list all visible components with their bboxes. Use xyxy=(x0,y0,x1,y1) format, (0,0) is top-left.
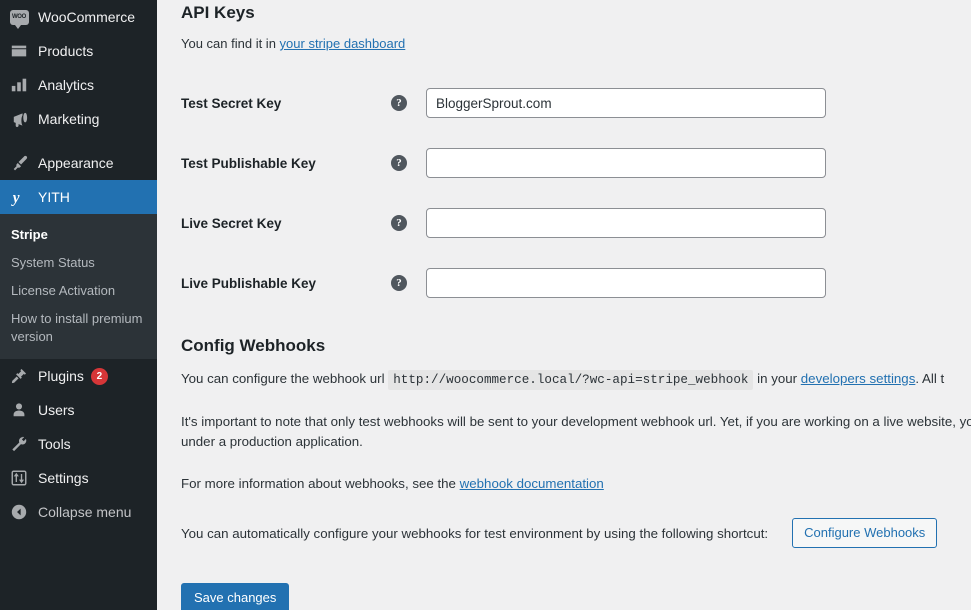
field-row-live-secret-key: Live Secret Key ? xyxy=(181,193,971,253)
woocommerce-icon: WOO xyxy=(9,7,29,29)
live-secret-key-input[interactable] xyxy=(426,208,826,238)
sidebar-item-label: Appearance xyxy=(38,155,114,171)
marketing-megaphone-icon xyxy=(9,109,29,129)
sidebar-item-label: Products xyxy=(38,43,94,59)
sidebar-item-label: Marketing xyxy=(38,111,100,127)
help-icon[interactable]: ? xyxy=(391,155,407,171)
sidebar-item-label: Users xyxy=(38,402,75,418)
sidebar-item-label: YITH xyxy=(38,189,70,205)
admin-sidebar: WOO WooCommerce Products Analytics Marke… xyxy=(0,0,157,610)
sidebar-item-plugins[interactable]: Plugins 2 xyxy=(0,359,157,393)
settings-main-content: API Keys You can find it in your stripe … xyxy=(157,0,971,610)
webhook-documentation-link[interactable]: webhook documentation xyxy=(460,476,604,491)
users-person-icon xyxy=(9,400,29,420)
sidebar-item-woocommerce[interactable]: WOO WooCommerce xyxy=(0,0,157,34)
stripe-dashboard-link[interactable]: your stripe dashboard xyxy=(280,36,406,51)
field-label-live-secret-key: Live Secret Key xyxy=(181,215,282,231)
sidebar-item-label: Plugins xyxy=(38,368,84,384)
webhook-para-middle: in your xyxy=(757,371,798,386)
yith-submenu: Stripe System Status License Activation … xyxy=(0,214,157,359)
webhook-para-before: You can configure the webhook url xyxy=(181,371,385,386)
sidebar-item-label: Analytics xyxy=(38,77,95,93)
sidebar-item-products[interactable]: Products xyxy=(0,34,157,68)
submenu-item-license-activation[interactable]: License Activation xyxy=(0,277,157,305)
sidebar-item-yith[interactable]: y YITH xyxy=(0,180,157,214)
sidebar-item-marketing[interactable]: Marketing xyxy=(0,102,157,136)
test-secret-key-input[interactable] xyxy=(426,88,826,118)
sidebar-item-users[interactable]: Users xyxy=(0,393,157,427)
help-icon[interactable]: ? xyxy=(391,215,407,231)
field-label-live-publishable-key: Live Publishable Key xyxy=(181,275,317,291)
sidebar-item-label: Tools xyxy=(38,436,71,452)
field-row-live-publishable-key: Live Publishable Key ? xyxy=(181,253,971,313)
submenu-item-how-to-install[interactable]: How to install premium version xyxy=(0,305,157,351)
sidebar-item-collapse-menu[interactable]: Collapse menu xyxy=(0,495,157,529)
test-publishable-key-input[interactable] xyxy=(426,148,826,178)
field-label-test-secret-key: Test Secret Key xyxy=(181,95,282,111)
sidebar-item-label: Settings xyxy=(38,470,89,486)
products-box-icon xyxy=(9,41,29,61)
api-keys-subtitle: You can find it in your stripe dashboard xyxy=(181,36,971,51)
help-icon[interactable]: ? xyxy=(391,275,407,291)
sidebar-item-appearance[interactable]: Appearance xyxy=(0,146,157,180)
settings-sliders-icon xyxy=(9,468,29,488)
field-row-test-secret-key: Test Secret Key ? xyxy=(181,73,971,133)
configure-webhooks-row: You can automatically configure your web… xyxy=(181,518,971,548)
field-label-test-publishable-key: Test Publishable Key xyxy=(181,155,316,171)
config-webhooks-section: Config Webhooks You can configure the we… xyxy=(181,335,971,610)
shortcut-description: You can automatically configure your web… xyxy=(181,525,769,541)
webhook-docs-paragraph: For more information about webhooks, see… xyxy=(181,474,971,494)
appearance-brush-icon xyxy=(9,153,29,173)
submenu-item-system-status[interactable]: System Status xyxy=(0,249,157,277)
wordpress-admin-screen: WOO WooCommerce Products Analytics Marke… xyxy=(0,0,971,610)
api-keys-title: API Keys xyxy=(181,3,255,22)
webhook-para-after: . All t xyxy=(915,371,945,386)
sidebar-item-settings[interactable]: Settings xyxy=(0,461,157,495)
sidebar-item-label: Collapse menu xyxy=(38,504,132,520)
sidebar-item-label: WooCommerce xyxy=(38,9,135,25)
developers-settings-link[interactable]: developers settings xyxy=(801,371,916,386)
field-row-test-publishable-key: Test Publishable Key ? xyxy=(181,133,971,193)
configure-webhooks-button[interactable]: Configure Webhooks xyxy=(792,518,938,548)
webhook-url-code: http://woocommerce.local/?wc-api=stripe_… xyxy=(388,370,754,390)
api-keys-subtitle-text: You can find it in xyxy=(181,36,280,51)
save-changes-button[interactable]: Save changes xyxy=(181,583,290,610)
help-icon[interactable]: ? xyxy=(391,95,407,111)
plugins-update-badge: 2 xyxy=(90,367,108,385)
svg-text:y: y xyxy=(11,189,20,206)
submenu-item-stripe[interactable]: Stripe xyxy=(0,221,157,249)
webhook-docs-text: For more information about webhooks, see… xyxy=(181,476,460,491)
yith-logo-icon: y xyxy=(9,187,29,207)
config-webhooks-title: Config Webhooks xyxy=(181,336,326,355)
analytics-bars-icon xyxy=(9,75,29,95)
webhook-note-paragraph: It's important to note that only test we… xyxy=(181,414,971,449)
webhook-url-paragraph: You can configure the webhook url http:/… xyxy=(181,369,971,390)
tools-wrench-icon xyxy=(9,434,29,454)
collapse-arrow-icon xyxy=(9,502,29,522)
live-publishable-key-input[interactable] xyxy=(426,268,826,298)
plugins-plug-icon xyxy=(9,366,29,386)
sidebar-item-tools[interactable]: Tools xyxy=(0,427,157,461)
sidebar-item-analytics[interactable]: Analytics xyxy=(0,68,157,102)
